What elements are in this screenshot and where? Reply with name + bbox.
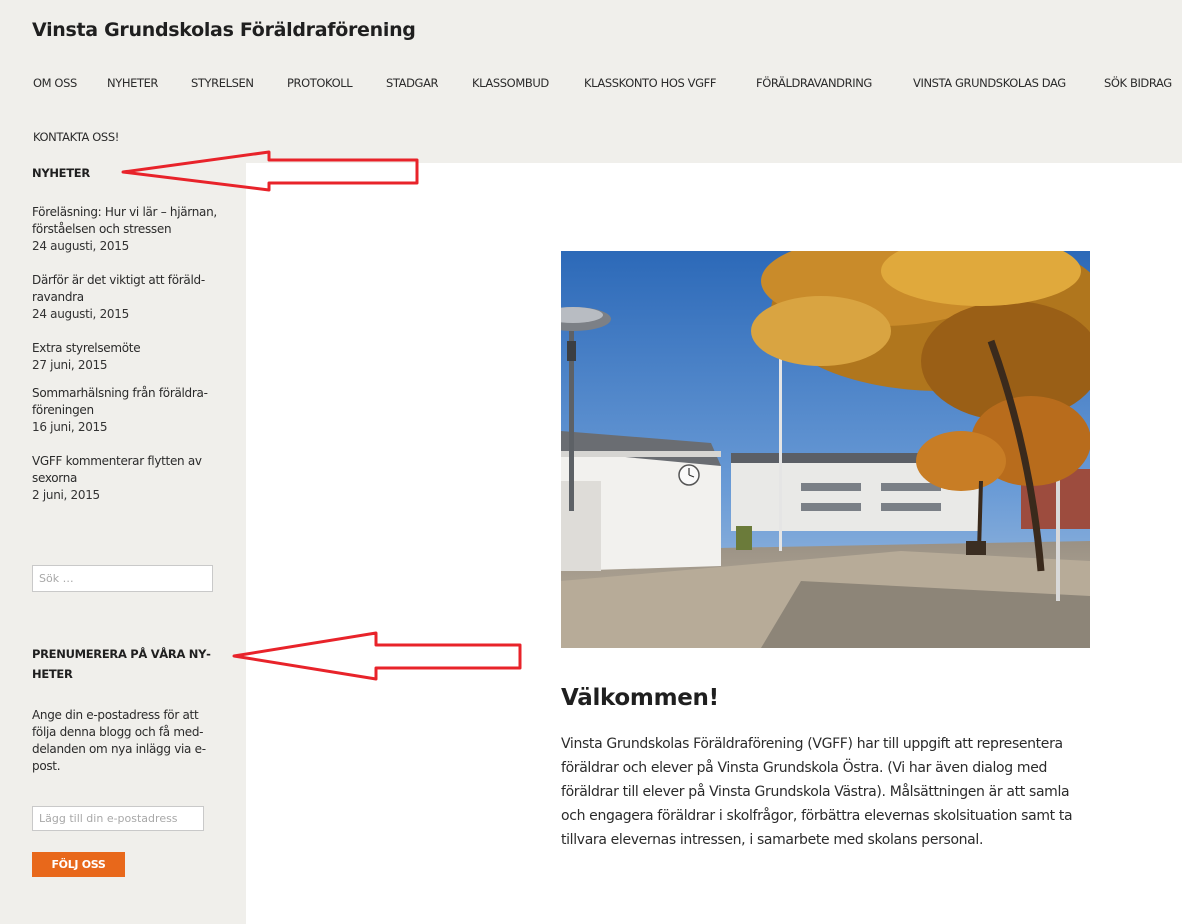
news-post-date: 16 juni, 2015 — [32, 420, 108, 434]
nav-item-klassombud[interactable]: KLASSOMBUD — [472, 76, 549, 90]
nav-item-sok-bidrag[interactable]: SÖK BIDRAG — [1104, 76, 1172, 90]
news-post-item[interactable]: Föreläsning: Hur vi lär – hjär­nan, förs… — [32, 204, 222, 255]
news-post-date: 24 augusti, 2015 — [32, 307, 129, 321]
nav-item-klasskonto[interactable]: KLASSKONTO HOS VGFF — [584, 76, 716, 90]
nav-item-styrelsen[interactable]: STYRELSEN — [191, 76, 254, 90]
school-yard-photo — [561, 251, 1090, 648]
site-title[interactable]: Vinsta Grundskolas Föräldraförening — [32, 19, 416, 41]
news-post-title[interactable]: VGFF kommenterar flytten av sexorna — [32, 454, 202, 485]
news-post-date: 27 juni, 2015 — [32, 358, 108, 372]
hero-image — [561, 251, 1090, 648]
welcome-text: Vinsta Grundskolas Föräldraförening (VGF… — [561, 736, 1073, 848]
news-post-item[interactable]: Sommarhälsning från föräldra­föreningen … — [32, 385, 222, 436]
site-header: Vinsta Grundskolas Föräldraförening OM O… — [0, 0, 1182, 163]
nav-item-foraldravandring[interactable]: FÖRÄLDRAVANDRING — [756, 76, 872, 90]
news-post-title[interactable]: Föreläsning: Hur vi lär – hjär­nan, förs… — [32, 205, 217, 236]
news-post-item[interactable]: VGFF kommenterar flytten av sexorna 2 ju… — [32, 453, 222, 504]
news-post-title[interactable]: Extra styrelsemöte — [32, 341, 141, 355]
follow-button[interactable]: FÖLJ OSS — [32, 852, 125, 877]
nav-item-vinsta-grundskolas-dag[interactable]: VINSTA GRUNDSKOLAS DAG — [913, 76, 1066, 90]
news-widget-title: NYHETER — [32, 166, 90, 180]
nav-item-om-oss[interactable]: OM OSS — [33, 76, 77, 90]
nav-item-kontakta-oss[interactable]: KONTAKTA OSS! — [33, 130, 119, 144]
subscribe-widget-title: PRENUMERERA PÅ VÅRA NY­HETER — [32, 647, 211, 681]
email-field[interactable] — [32, 806, 204, 831]
nav-item-stadgar[interactable]: STADGAR — [386, 76, 439, 90]
news-post-title[interactable]: Därför är det viktigt att föräld­ravandr… — [32, 273, 205, 304]
news-post-item[interactable]: Extra styrelsemöte 27 juni, 2015 — [32, 340, 222, 374]
subscribe-description: Ange din e-postadress för att följa denn… — [32, 708, 206, 773]
news-post-item[interactable]: Därför är det viktigt att föräld­ravandr… — [32, 272, 222, 323]
search-input[interactable] — [32, 565, 213, 592]
news-post-date: 24 augusti, 2015 — [32, 239, 129, 253]
welcome-title: Välkommen! — [561, 685, 719, 711]
news-post-title[interactable]: Sommarhälsning från föräldra­föreningen — [32, 386, 208, 417]
annotation-arrow-subscribe — [232, 631, 522, 681]
nav-item-nyheter[interactable]: NYHETER — [107, 76, 158, 90]
news-post-date: 2 juni, 2015 — [32, 488, 100, 502]
nav-item-protokoll[interactable]: PROTOKOLL — [287, 76, 353, 90]
sidebar: NYHETER Föreläsning: Hur vi lär – hjär­n… — [0, 163, 246, 924]
